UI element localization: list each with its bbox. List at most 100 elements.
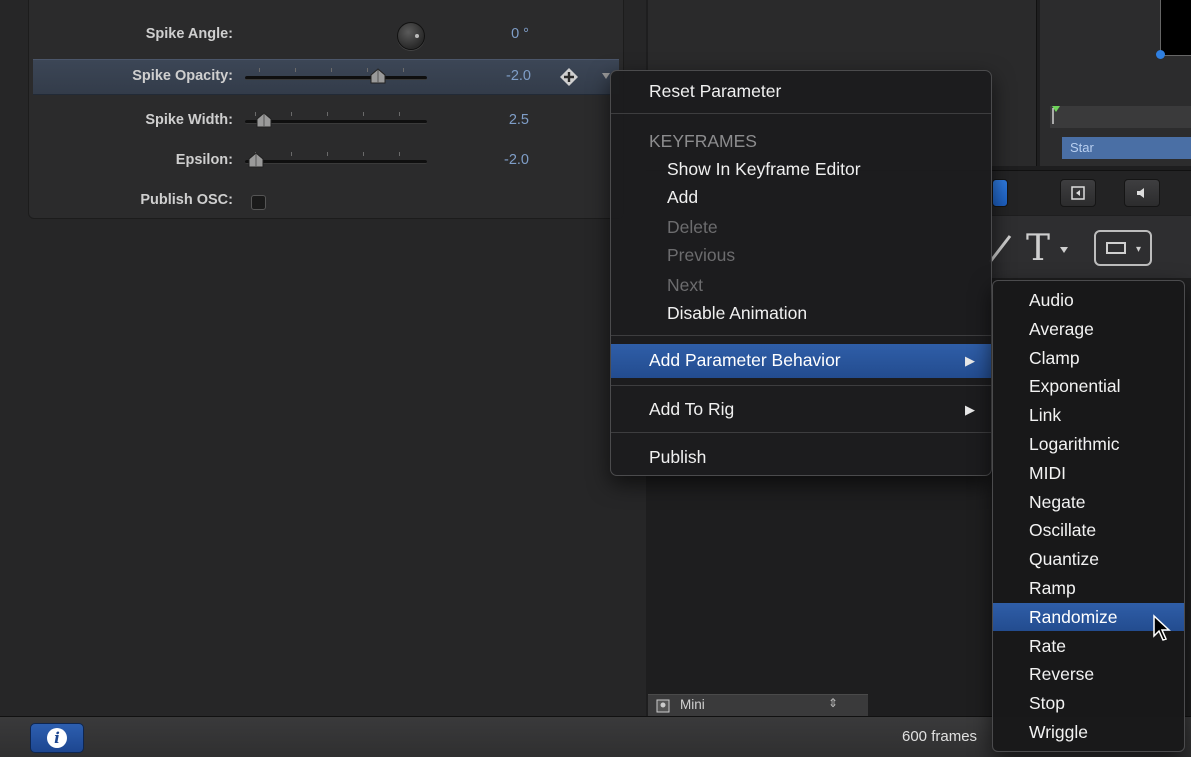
slider-thumb[interactable] xyxy=(255,111,273,129)
submenu-item-label: Negate xyxy=(1029,491,1086,512)
view-toggle-button[interactable] xyxy=(992,179,1008,207)
info-icon: i xyxy=(47,728,67,748)
slider-thumb[interactable] xyxy=(369,67,387,85)
submenu-item-audio[interactable]: Audio xyxy=(993,286,1184,315)
speaker-icon xyxy=(1137,188,1144,198)
parameter-group: Spike Angle: 0 ° Spike Opacity: -2.0 Spi… xyxy=(28,0,624,219)
submenu-item-label: Stop xyxy=(1029,693,1065,714)
up-down-arrows-icon: ⇕ xyxy=(828,696,839,710)
param-row-spike-angle: Spike Angle: 0 ° xyxy=(29,18,623,52)
submenu-item-label: Oscillate xyxy=(1029,520,1097,541)
menu-item-label: Show In Keyframe Editor xyxy=(667,159,861,179)
menu-item-label: Delete xyxy=(667,217,718,237)
menu-item-publish[interactable]: Publish xyxy=(611,441,991,475)
param-row-spike-opacity[interactable]: Spike Opacity: -2.0 xyxy=(33,59,619,95)
chevron-down-icon[interactable] xyxy=(1059,246,1069,254)
submenu-item-wriggle[interactable]: Wriggle xyxy=(993,718,1184,747)
menu-separator xyxy=(611,113,991,114)
menu-item-previous: Previous xyxy=(611,239,991,273)
menu-item-reset-parameter[interactable]: Reset Parameter xyxy=(611,75,991,109)
slider-ticks xyxy=(255,112,425,116)
frame-icon xyxy=(1071,186,1085,200)
menu-item-label: Next xyxy=(667,275,703,295)
audio-button[interactable] xyxy=(1124,179,1160,207)
menu-item-label: Publish xyxy=(649,447,707,467)
submenu-item-label: Ramp xyxy=(1029,578,1076,598)
param-label: Spike Width: xyxy=(145,112,233,128)
menu-item-label: Reset Parameter xyxy=(649,81,782,101)
keyframe-dot[interactable] xyxy=(1156,50,1165,59)
submenu-item-negate[interactable]: Negate xyxy=(993,488,1184,517)
submenu-arrow-icon: ▶ xyxy=(965,353,975,368)
menu-item-label: Add xyxy=(667,187,699,207)
publish-osc-checkbox[interactable] xyxy=(251,195,266,210)
param-row-epsilon: Epsilon: -2.0 xyxy=(29,144,623,178)
submenu-item-label: Rate xyxy=(1029,635,1066,656)
parameter-context-menu: Reset Parameter KEYFRAMES Show In Keyfra… xyxy=(610,70,992,476)
menu-separator xyxy=(611,335,991,336)
playhead-icon[interactable] xyxy=(1050,104,1064,126)
submenu-item-midi[interactable]: MIDI xyxy=(993,459,1184,488)
angle-dial[interactable] xyxy=(397,22,425,50)
text-tool-icon[interactable]: T xyxy=(1026,228,1050,269)
submenu-item-link[interactable]: Link xyxy=(993,401,1184,430)
layout-icon xyxy=(656,699,670,713)
menu-separator xyxy=(611,432,991,433)
mouse-cursor-icon xyxy=(1153,614,1171,641)
slider-ticks xyxy=(255,152,425,156)
timeline-clip[interactable]: Star xyxy=(1062,137,1191,159)
submenu-item-clamp[interactable]: Clamp xyxy=(993,344,1184,373)
submenu-item-label: Wriggle xyxy=(1029,722,1089,742)
info-button[interactable]: i xyxy=(30,723,84,753)
menu-item-add-parameter-behavior[interactable]: Add Parameter Behavior ▶ xyxy=(611,344,991,378)
param-value[interactable]: -2.0 xyxy=(471,68,531,84)
submenu-item-label: Randomize xyxy=(1029,606,1118,627)
submenu-item-label: Quantize xyxy=(1029,549,1100,570)
layout-popup[interactable]: Mini ⇕ xyxy=(648,694,868,717)
menu-item-label: Add Parameter Behavior xyxy=(649,350,841,370)
opacity-slider-track[interactable] xyxy=(245,76,427,80)
menu-item-disable-animation[interactable]: Disable Animation xyxy=(611,297,991,331)
submenu-item-label: Audio xyxy=(1029,290,1074,310)
param-label: Epsilon: xyxy=(175,152,233,168)
submenu-arrow-icon: ▶ xyxy=(965,402,975,417)
submenu-item-label: Exponential xyxy=(1029,376,1121,397)
param-label: Publish OSC: xyxy=(140,192,233,208)
param-value[interactable]: 2.5 xyxy=(469,112,529,128)
menu-section-label: KEYFRAMES xyxy=(649,131,757,151)
param-value[interactable]: 0 ° xyxy=(469,26,529,42)
timeline-ruler[interactable] xyxy=(1050,106,1191,128)
layout-popup-label: Mini xyxy=(680,697,705,712)
submenu-item-stop[interactable]: Stop xyxy=(993,689,1184,718)
chevron-down-icon: ▾ xyxy=(1136,244,1142,255)
menu-item-label: Previous xyxy=(667,245,736,265)
slider-ticks xyxy=(259,68,429,72)
param-row-publish-osc: Publish OSC: xyxy=(29,184,623,218)
submenu-item-quantize[interactable]: Quantize xyxy=(993,545,1184,574)
submenu-item-logarithmic[interactable]: Logarithmic xyxy=(993,430,1184,459)
menu-separator xyxy=(611,385,991,386)
play-region-button[interactable] xyxy=(1060,179,1096,207)
menu-item-label: Add To Rig xyxy=(649,399,735,419)
submenu-item-label: Link xyxy=(1029,405,1062,426)
submenu-item-label: MIDI xyxy=(1029,462,1066,483)
submenu-item-exponential[interactable]: Exponential xyxy=(993,372,1184,401)
menu-item-add[interactable]: Add xyxy=(611,181,991,215)
submenu-item-label: Average xyxy=(1029,318,1094,339)
shape-tool-button[interactable]: ▾ xyxy=(1094,230,1152,266)
submenu-item-average[interactable]: Average xyxy=(993,315,1184,344)
param-label: Spike Opacity: xyxy=(132,68,233,84)
menu-item-add-to-rig[interactable]: Add To Rig ▶ xyxy=(611,393,991,427)
submenu-item-label: Reverse xyxy=(1029,664,1095,685)
frames-count: 600 frames xyxy=(902,728,978,745)
submenu-item-ramp[interactable]: Ramp xyxy=(993,574,1184,603)
submenu-item-label: Logarithmic xyxy=(1029,434,1120,454)
submenu-item-reverse[interactable]: Reverse xyxy=(993,660,1184,689)
slider-thumb[interactable] xyxy=(247,151,265,169)
add-keyframe-icon[interactable] xyxy=(559,67,579,87)
epsilon-slider-track[interactable] xyxy=(245,160,427,164)
submenu-item-oscillate[interactable]: Oscillate xyxy=(993,516,1184,545)
menu-item-label: Disable Animation xyxy=(667,303,808,323)
param-value[interactable]: -2.0 xyxy=(469,152,529,168)
parameter-behavior-submenu: Audio Average Clamp Exponential Link Logarith… xyxy=(992,280,1185,752)
